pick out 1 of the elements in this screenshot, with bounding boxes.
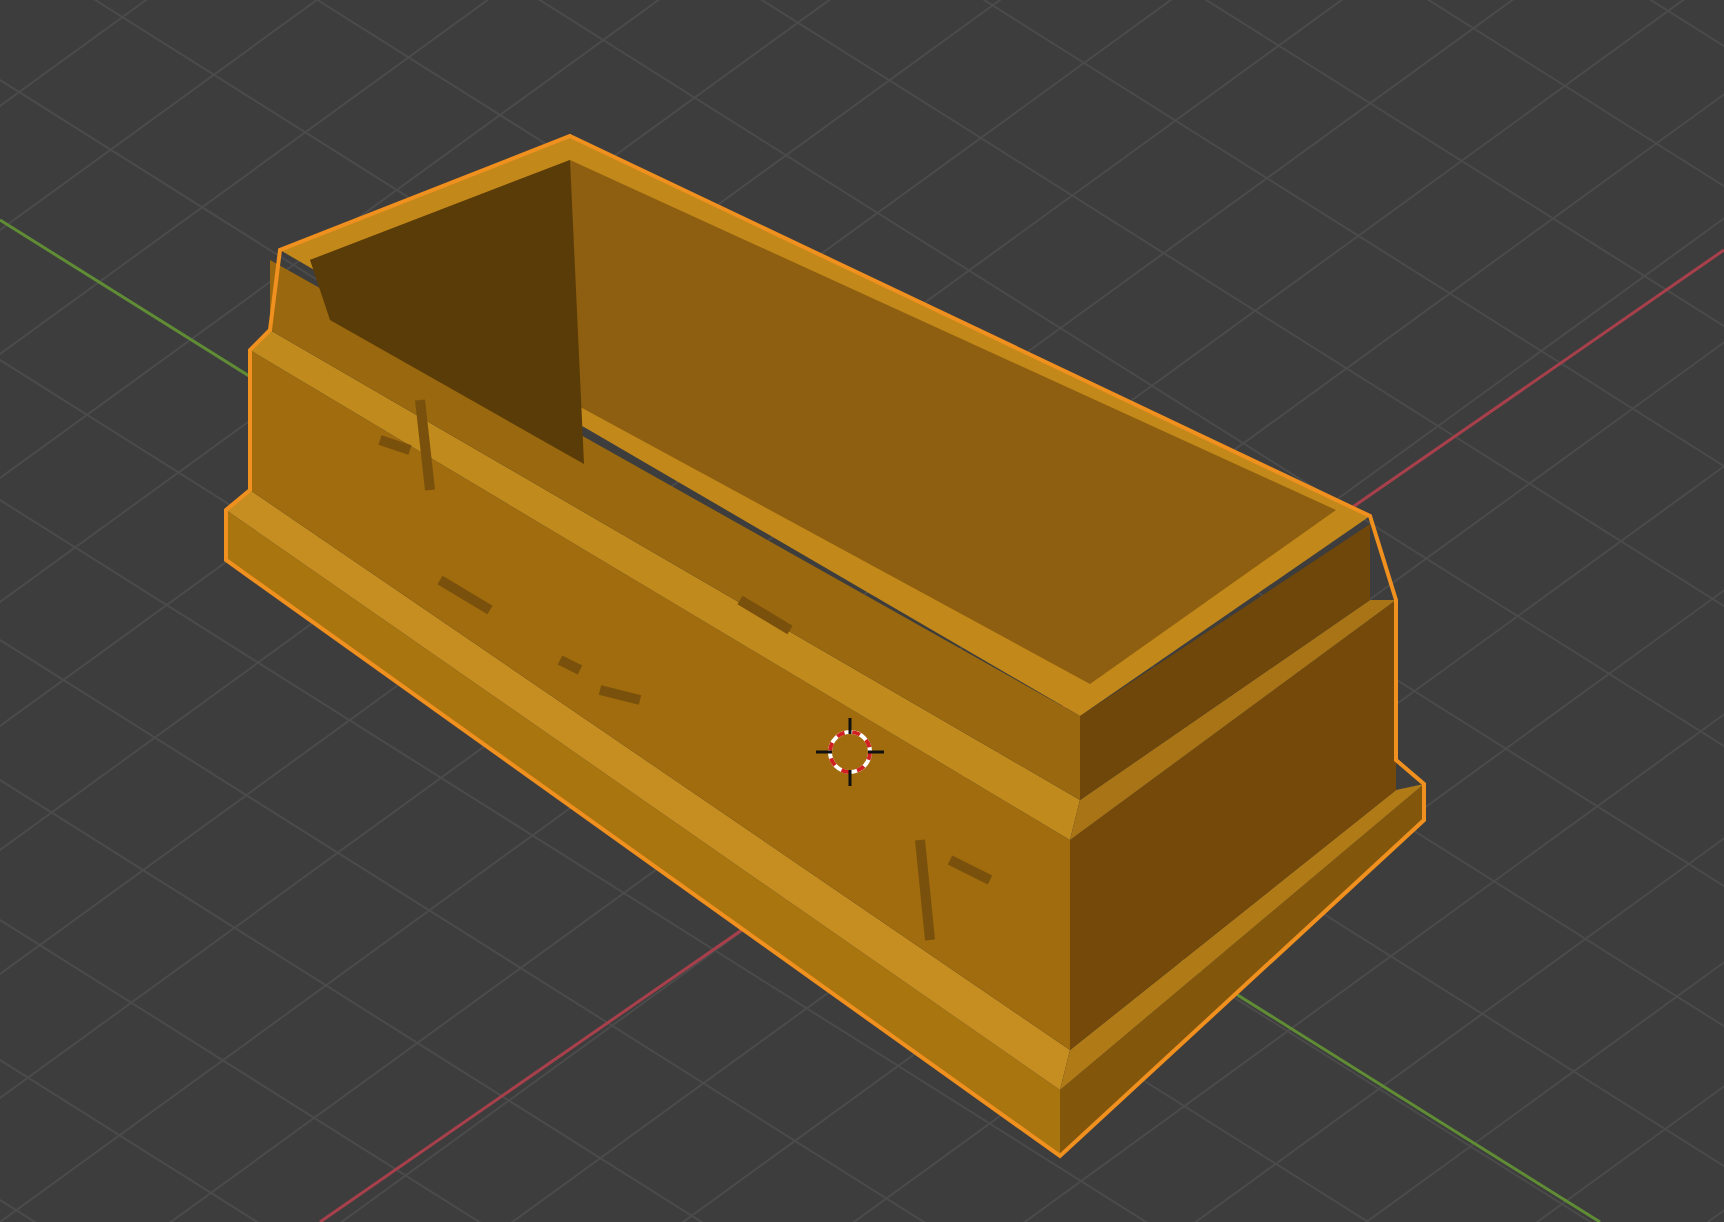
crosshair-icon (814, 716, 886, 788)
